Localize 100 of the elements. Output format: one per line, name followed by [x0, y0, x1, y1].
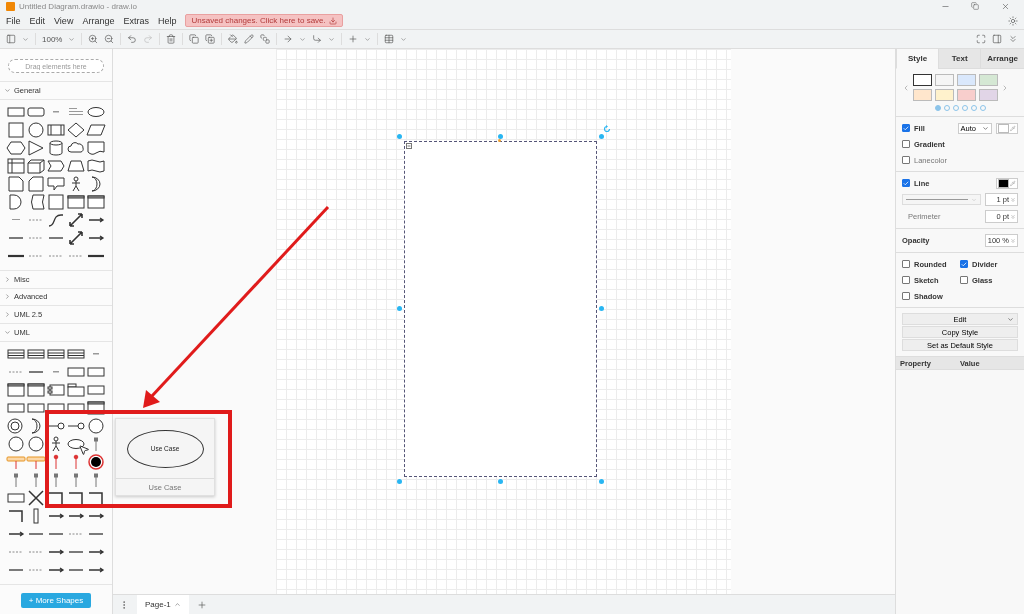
line-pattern-select[interactable] — [902, 194, 981, 205]
triangle-icon[interactable] — [26, 139, 46, 156]
rectangle-icon[interactable] — [26, 400, 46, 416]
resize-handle[interactable] — [498, 134, 503, 139]
rotate-handle-icon[interactable] — [603, 125, 611, 133]
checkbox[interactable] — [902, 260, 910, 268]
ring-icon[interactable] — [6, 418, 26, 434]
process-icon[interactable] — [46, 121, 66, 138]
rectangle-icon[interactable] — [86, 382, 106, 398]
circle-icon[interactable] — [26, 436, 46, 452]
bracket-icon[interactable] — [86, 490, 106, 506]
style-swatch[interactable] — [979, 74, 998, 86]
package-icon[interactable] — [66, 382, 86, 398]
end-state-icon[interactable] — [86, 454, 106, 470]
table-icon[interactable] — [384, 34, 395, 44]
menu-item[interactable]: File — [6, 15, 21, 26]
page-tab[interactable]: Page-1 — [137, 595, 189, 614]
table-icon[interactable] — [6, 157, 26, 174]
zoom-out-icon[interactable] — [104, 34, 115, 44]
menu-item[interactable]: Arrange — [82, 15, 115, 26]
double-arrow-icon[interactable] — [66, 229, 86, 246]
page-dot[interactable] — [934, 105, 941, 111]
component-icon[interactable] — [46, 382, 66, 398]
tape-icon[interactable] — [86, 157, 106, 174]
sidebar-toggle-icon[interactable] — [6, 34, 16, 44]
callout-icon[interactable] — [46, 175, 66, 192]
bracket-icon[interactable] — [46, 490, 66, 506]
fullscreen-icon[interactable] — [976, 34, 986, 44]
collapse-toggle-icon[interactable] — [406, 143, 412, 149]
to-back-icon[interactable] — [205, 34, 216, 44]
checkbox[interactable] — [902, 124, 910, 132]
style-swatch[interactable] — [957, 89, 976, 101]
checkbox[interactable] — [902, 179, 910, 187]
line-color-button[interactable] — [996, 177, 1018, 189]
panel-tab[interactable]: Arrange — [980, 49, 1024, 69]
lifeline-bar-icon[interactable] — [26, 454, 46, 470]
bracket-icon[interactable] — [6, 508, 26, 524]
window-icon[interactable] — [26, 382, 46, 398]
hexagon-icon[interactable] — [6, 139, 26, 156]
to-front-icon[interactable] — [189, 34, 200, 44]
delete-icon[interactable] — [166, 34, 177, 44]
circle-icon[interactable] — [6, 436, 26, 452]
theme-icon[interactable] — [1008, 15, 1018, 26]
style-swatch[interactable] — [957, 74, 976, 86]
cube-icon[interactable] — [26, 157, 46, 174]
bracket-icon[interactable] — [66, 490, 86, 506]
style-swatch[interactable] — [913, 74, 932, 86]
class-icon[interactable] — [6, 346, 26, 362]
undo-icon[interactable] — [127, 34, 138, 44]
unsaved-changes-button[interactable]: Unsaved changes. Click here to save. — [185, 14, 343, 27]
window-icon[interactable] — [6, 382, 26, 398]
menu-item[interactable]: Edit — [29, 15, 46, 26]
resize-handle[interactable] — [397, 134, 402, 139]
shadow-icon[interactable] — [260, 34, 271, 44]
resize-handle[interactable] — [599, 134, 604, 139]
class-icon[interactable] — [46, 346, 66, 362]
diamond-icon[interactable] — [66, 121, 86, 138]
fill-color-icon[interactable] — [228, 34, 239, 44]
menu-item[interactable]: View — [54, 15, 74, 26]
fill-color-button[interactable] — [996, 122, 1018, 134]
document-icon[interactable] — [86, 139, 106, 156]
checkbox[interactable] — [960, 260, 968, 268]
class-icon[interactable] — [66, 346, 86, 362]
menu-item[interactable]: Extras — [123, 15, 149, 26]
style-swatch[interactable] — [979, 89, 998, 101]
circle-icon[interactable] — [86, 418, 106, 434]
trapezoid-icon[interactable] — [66, 157, 86, 174]
step-icon[interactable] — [46, 157, 66, 174]
resize-handle[interactable] — [397, 479, 402, 484]
style-swatch[interactable] — [935, 89, 954, 101]
ellipse-icon[interactable] — [66, 436, 86, 452]
resize-handle[interactable] — [599, 306, 604, 311]
window-icon[interactable] — [66, 193, 86, 210]
zoom-level[interactable]: 100% — [42, 34, 63, 44]
format-panel-icon[interactable] — [992, 34, 1002, 44]
checkbox[interactable] — [902, 156, 910, 164]
close-icon[interactable] — [1000, 1, 1010, 11]
resize-handle[interactable] — [498, 479, 503, 484]
menu-item[interactable]: Help — [157, 15, 177, 26]
waypoints-icon[interactable] — [312, 34, 323, 44]
checkbox[interactable] — [902, 276, 910, 284]
cylinder-icon[interactable] — [46, 139, 66, 156]
double-arrow-icon[interactable] — [66, 211, 86, 228]
curve-icon[interactable] — [46, 211, 66, 228]
circle-icon[interactable] — [26, 121, 46, 138]
add-page-icon[interactable] — [196, 599, 207, 610]
panel-tab[interactable]: Text — [938, 49, 981, 69]
resize-handle[interactable] — [397, 306, 402, 311]
checkbox[interactable] — [960, 276, 968, 284]
parallelogram-icon[interactable] — [86, 121, 106, 138]
cross-icon[interactable] — [26, 490, 46, 506]
insert-icon[interactable] — [348, 34, 359, 44]
style-swatch[interactable] — [913, 89, 932, 101]
checkbox[interactable] — [902, 292, 910, 300]
resize-handle[interactable] — [599, 479, 604, 484]
zoom-in-icon[interactable] — [88, 34, 99, 44]
checkbox[interactable] — [902, 140, 910, 148]
line-color-icon[interactable] — [244, 34, 255, 44]
class-icon[interactable] — [26, 346, 46, 362]
connection-icon[interactable] — [283, 34, 294, 44]
